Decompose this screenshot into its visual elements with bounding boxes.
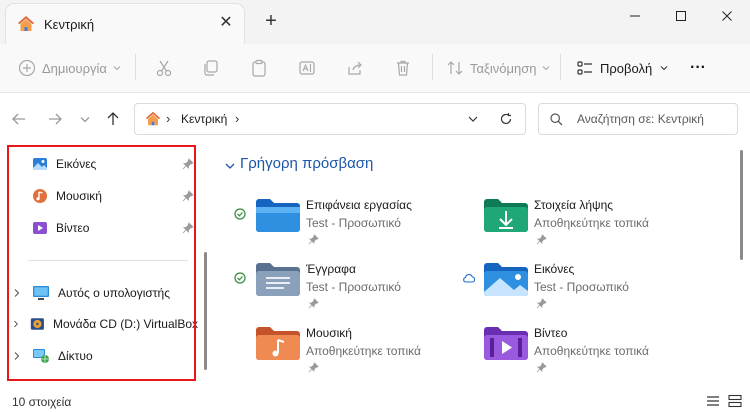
new-button[interactable]: Δημιουργία [18,54,122,82]
collapse-chevron-icon[interactable] [224,160,236,172]
view-button[interactable]: Προβολή [576,54,669,82]
paste-button[interactable] [250,54,268,82]
close-icon [722,11,732,21]
up-arrow-icon[interactable] [102,108,124,130]
back-arrow-icon[interactable] [8,108,30,130]
details-view-icon[interactable] [706,394,720,408]
copy-icon [204,60,218,76]
address-dropdown-icon[interactable] [467,113,479,125]
item-name: Επιφάνεια εργασίας [306,198,412,212]
copy-button[interactable] [202,54,220,82]
item-name: Μουσική [306,326,352,340]
pictures-folder-icon [484,263,528,296]
share-button[interactable] [346,54,364,82]
desktop-folder-icon [256,199,300,232]
search-placeholder: Αναζήτηση σε: Κεντρική [577,112,704,126]
downloads-folder-icon [484,199,528,232]
item-name: Στοιχεία λήψης [534,198,614,212]
pin-icon [536,234,547,245]
chevron-down-icon [660,66,668,71]
home-icon [145,111,161,126]
breadcrumb-chevron[interactable]: › [235,111,239,126]
quick-access-item-desktop[interactable]: Επιφάνεια εργασίας Test - Προσωπικό [224,194,444,250]
status-bar: 10 στοιχεία [0,390,750,412]
clipboard-icon [252,59,266,77]
pin-icon [536,298,547,309]
more-options-button[interactable]: ··· [690,54,706,82]
section-title-quick-access[interactable]: Γρήγορη πρόσβαση [240,155,373,172]
close-button[interactable] [704,4,750,28]
minimize-button[interactable] [612,4,658,28]
item-location: Test - Προσωπικό [306,280,401,294]
home-icon [18,16,34,31]
music-folder-icon [256,327,300,360]
rename-icon [299,61,315,75]
item-location: Αποθηκεύτηκε τοπικά [534,344,649,358]
trash-icon [397,60,409,76]
quick-access-item-music[interactable]: Μουσική Αποθηκεύτηκε τοπικά [224,322,444,378]
new-button-label: Δημιουργία [42,60,107,76]
sidebar-scrollbar[interactable] [204,252,207,370]
search-icon [550,113,563,126]
plus-circle-icon [18,59,36,77]
toolbar-separator [560,54,561,80]
item-location: Αποθηκεύτηκε τοπικά [534,216,649,230]
new-tab-button[interactable]: + [262,11,280,31]
quick-access-item-downloads[interactable]: Στοιχεία λήψης Αποθηκεύτηκε τοπικά [452,194,672,250]
main-scrollbar[interactable] [740,150,743,260]
item-count: 10 στοιχεία [12,395,72,409]
minimize-icon [630,15,640,17]
tab-home[interactable]: Κεντρική ✕ [6,4,244,44]
maximize-button[interactable] [658,4,704,28]
pin-icon [308,298,319,309]
forward-arrow-icon[interactable] [44,108,66,130]
more-icon: ··· [690,59,706,76]
maximize-icon [676,11,686,21]
address-bar[interactable]: › Κεντρική › [134,103,526,135]
documents-folder-icon [256,263,300,296]
item-name: Βίντεο [534,326,568,340]
quick-access-item-videos[interactable]: Βίντεο Αποθηκεύτηκε τοπικά [452,322,672,378]
pin-icon [308,362,319,373]
quick-access-item-documents[interactable]: Έγγραφα Test - Προσωπικό [224,258,444,314]
delete-button[interactable] [394,54,412,82]
sort-icon [447,61,463,75]
rename-button[interactable] [298,54,316,82]
pin-icon [536,362,547,373]
toolbar-separator [135,54,136,80]
item-name: Εικόνες [534,262,575,276]
tiles-view-icon[interactable] [728,394,742,408]
item-name: Έγγραφα [306,262,356,276]
sort-button[interactable]: Ταξινόμηση [446,54,551,82]
toolbar-separator [432,54,433,80]
item-location: Test - Προσωπικό [306,216,401,230]
cloud-icon [463,274,475,283]
cut-button[interactable] [155,54,173,82]
videos-folder-icon [484,327,528,360]
view-button-label: Προβολή [600,60,653,76]
breadcrumb-home[interactable]: Κεντρική [181,112,227,126]
quick-access-item-pictures[interactable]: Εικόνες Test - Προσωπικό [452,258,672,314]
sort-button-label: Ταξινόμηση [470,60,537,76]
item-location: Test - Προσωπικό [534,280,629,294]
chevron-down-icon [113,66,121,71]
breadcrumb-separator[interactable]: › [166,111,170,126]
tab-close-button[interactable]: ✕ [216,13,236,33]
sidebar-highlight-box [7,145,196,381]
scissors-icon [156,60,172,77]
view-icon [577,61,592,75]
recent-locations-chevron-icon[interactable] [74,108,96,130]
item-location: Αποθηκεύτηκε τοπικά [306,344,421,358]
tab-title: Κεντρική [44,17,95,32]
search-box[interactable]: Αναζήτηση σε: Κεντρική [538,103,738,135]
refresh-icon[interactable] [499,112,513,126]
chevron-down-icon [543,66,550,71]
sync-check-icon [234,208,246,220]
sync-check-icon [234,272,246,284]
pin-icon [308,234,319,245]
share-icon [348,61,362,75]
